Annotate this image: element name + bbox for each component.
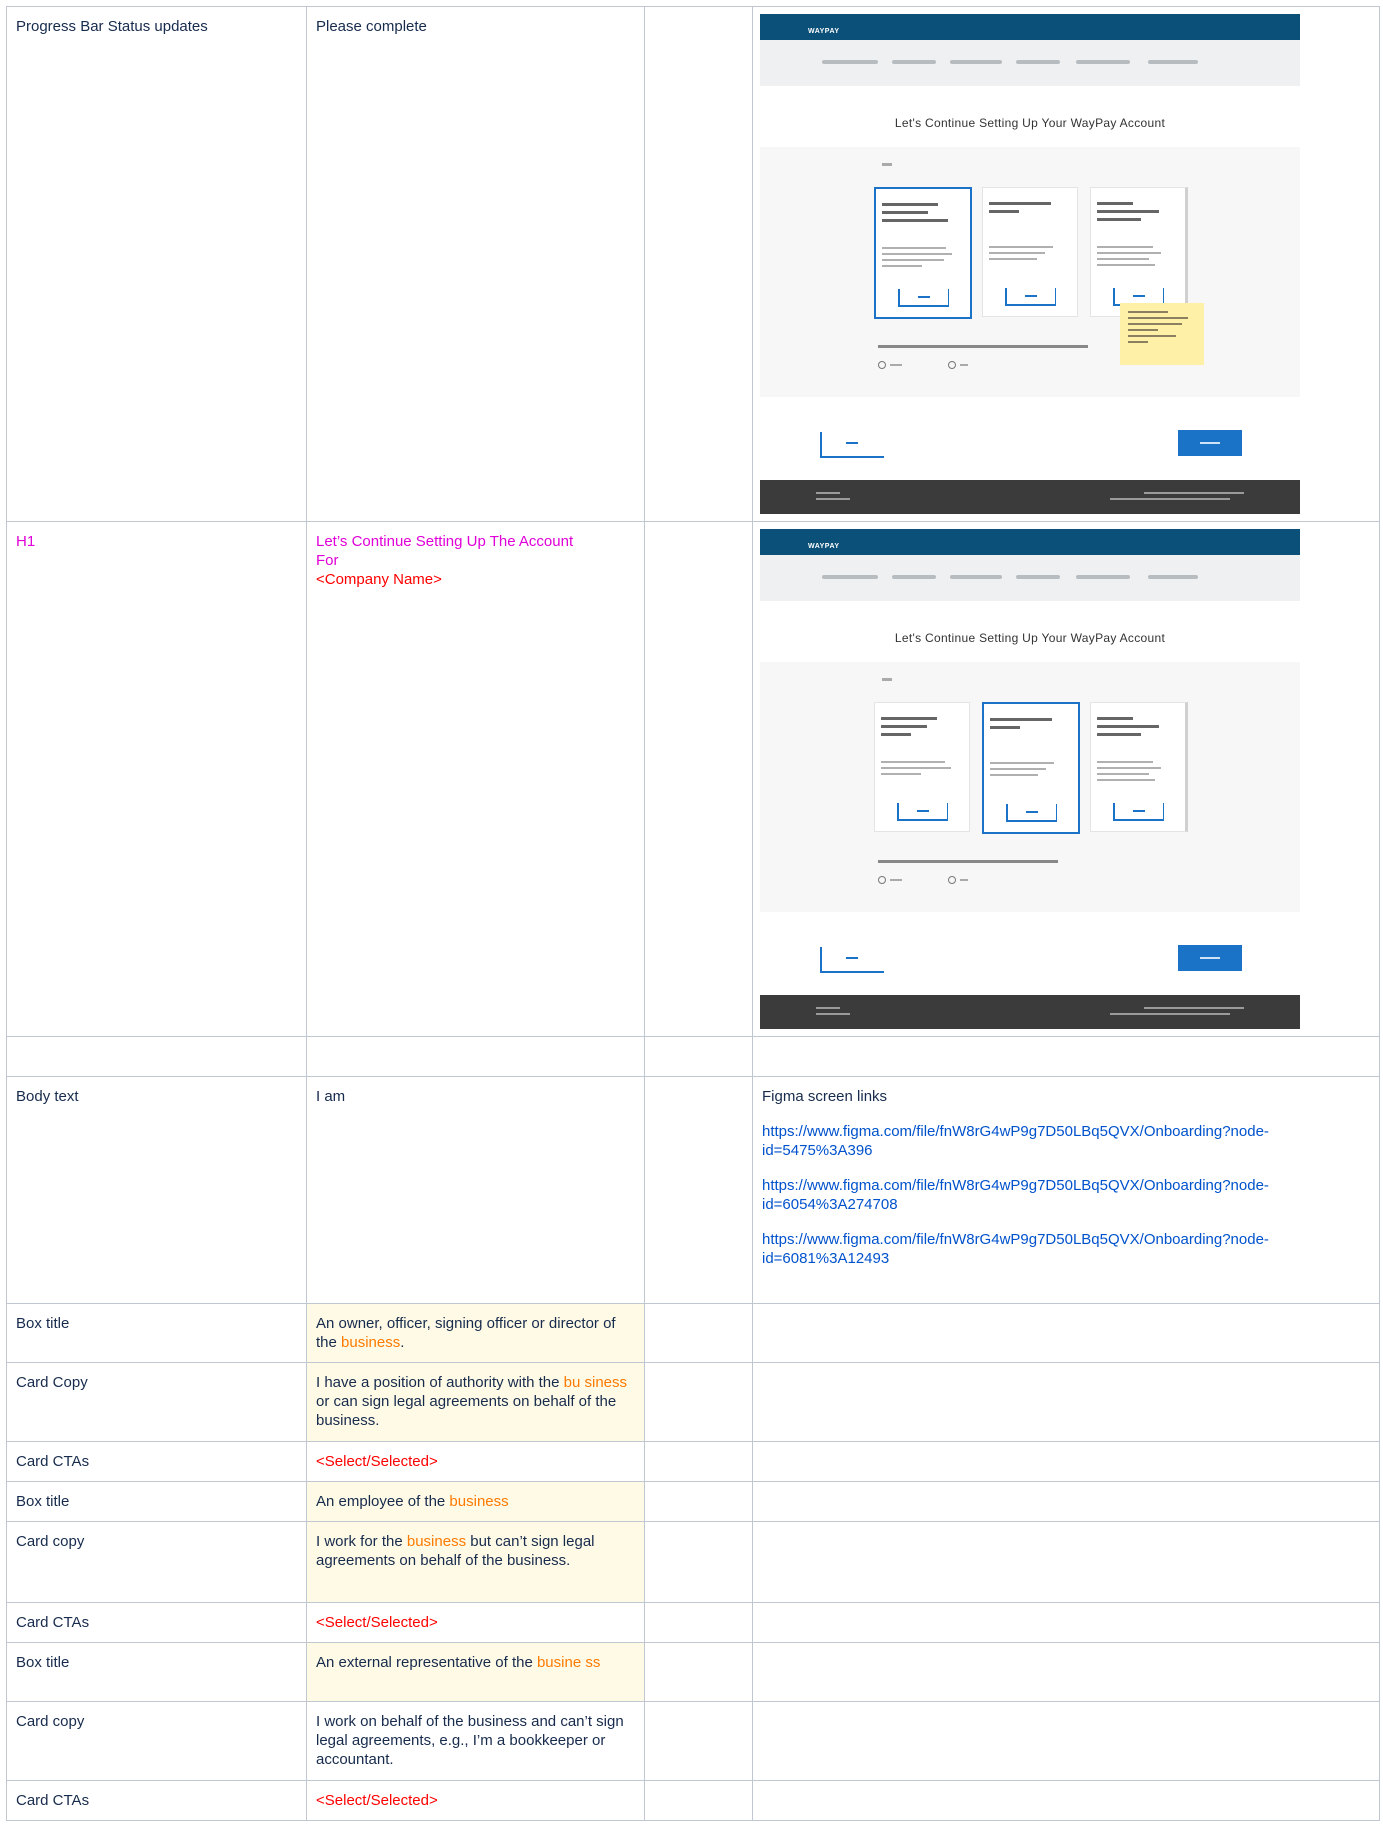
label-cell: Card CTAs: [6, 1780, 307, 1821]
figma-link[interactable]: https://www.figma.com/file/fnW8rG4wP9g7D…: [762, 1230, 1370, 1268]
label-cell: Progress Bar Status updates: [6, 6, 307, 522]
mockup-back-button: [820, 947, 884, 973]
value-cell: An external representative of the busine…: [306, 1642, 645, 1702]
progress-step: [1016, 575, 1060, 579]
mockup-card-employee: [982, 702, 1080, 834]
label-cell: Card copy: [6, 1521, 307, 1603]
label-cell: Box title: [6, 1303, 307, 1363]
label-cell: Box title: [6, 1642, 307, 1702]
mockup-card-owner: [874, 187, 972, 319]
label-cell: Card copy: [6, 1701, 307, 1781]
mockup-iam-label: [882, 163, 892, 166]
mockup-cell: WAYPAY Let's Continue Setting Up Your Wa…: [752, 521, 1380, 1037]
progress-step: [950, 60, 1002, 64]
screen-mockup-progress: WAYPAY Let's Continue Setting Up Your Wa…: [760, 14, 1300, 514]
figma-links-title: Figma screen links: [762, 1088, 888, 1105]
progress-step: [822, 60, 878, 64]
progress-step: [1148, 575, 1198, 579]
mockup-select-button: [898, 289, 949, 307]
mockup-continue-button: [1178, 945, 1242, 971]
mockup-logo: WAYPAY: [808, 543, 840, 550]
mockup-radio: [948, 876, 956, 884]
progress-step: [892, 575, 936, 579]
value-cell: I have a position of authority with the …: [306, 1362, 645, 1442]
mockup-select-button: [1113, 803, 1164, 821]
mockup-card-external: [1090, 702, 1188, 832]
mockup-select-button: [1005, 288, 1056, 306]
value-cell: I work for the business but can’t sign l…: [306, 1521, 645, 1603]
progress-step: [1076, 575, 1130, 579]
mockup-iam-label: [882, 678, 892, 681]
value-cell: An employee of the business: [306, 1481, 645, 1522]
mockup-continue-button: [1178, 430, 1242, 456]
figma-link[interactable]: https://www.figma.com/file/fnW8rG4wP9g7D…: [762, 1176, 1370, 1214]
mockup-sticky-note: [1120, 303, 1204, 365]
screen-mockup-h1: WAYPAY Let's Continue Setting Up Your Wa…: [760, 529, 1300, 1029]
value-cell: I work on behalf of the business and can…: [306, 1701, 645, 1781]
mockup-card-employee: [982, 187, 1078, 317]
mockup-footer: [760, 995, 1300, 1029]
table-row: Card copy I work for the business but ca…: [6, 1521, 1380, 1603]
value-cell: <Select/Selected>: [306, 1441, 645, 1482]
table-row: Box title An owner, officer, signing off…: [6, 1303, 1380, 1363]
table-row: Box title An external representative of …: [6, 1642, 1380, 1702]
table-row: [6, 1036, 1380, 1077]
mockup-progress-bar: [760, 555, 1300, 601]
mockup-heading: Let's Continue Setting Up Your WayPay Ac…: [894, 116, 1166, 130]
table-row: Box title An employee of the business: [6, 1481, 1380, 1522]
mockup-question: [878, 860, 1058, 863]
label-cell: Box title: [6, 1481, 307, 1522]
value-cell: An owner, officer, signing officer or di…: [306, 1303, 645, 1363]
empty-cell: [644, 1076, 753, 1304]
mockup-cell: WAYPAY Let's Continue Setting Up Your Wa…: [752, 6, 1380, 522]
mockup-header: WAYPAY: [760, 529, 1300, 555]
value-cell: I am: [306, 1076, 645, 1304]
mockup-question: [878, 345, 1088, 348]
label-cell: H1: [6, 521, 307, 1037]
value-cell: Let’s Continue Setting Up The Account Fo…: [306, 521, 645, 1037]
mockup-progress-bar: [760, 40, 1300, 86]
label-cell: Card Copy: [6, 1362, 307, 1442]
mockup-header: WAYPAY: [760, 14, 1300, 40]
table-row: Card CTAs <Select/Selected>: [6, 1441, 1380, 1482]
label-cell: Card CTAs: [6, 1602, 307, 1643]
value-cell: Please complete: [306, 6, 645, 522]
mockup-select-button: [897, 803, 948, 821]
table-row: Card Copy I have a position of authority…: [6, 1362, 1380, 1442]
mockup-heading: Let's Continue Setting Up Your WayPay Ac…: [894, 631, 1166, 645]
progress-step: [892, 60, 936, 64]
empty-cell: [644, 521, 753, 1037]
table-row: Card CTAs <Select/Selected>: [6, 1780, 1380, 1821]
mockup-select-button: [1006, 804, 1057, 822]
table-row: Card CTAs <Select/Selected>: [6, 1602, 1380, 1643]
progress-step: [1076, 60, 1130, 64]
progress-step: [822, 575, 878, 579]
progress-step: [1016, 60, 1060, 64]
value-cell: <Select/Selected>: [306, 1602, 645, 1643]
mockup-radio: [878, 876, 886, 884]
label-cell: Body text: [6, 1076, 307, 1304]
mockup-panel: [760, 662, 1300, 912]
empty-cell: [644, 6, 753, 522]
mockup-panel: [760, 147, 1300, 397]
progress-step: [950, 575, 1002, 579]
mockup-card-external: [1090, 187, 1188, 317]
table-row: Body text I am Figma screen links https:…: [6, 1076, 1380, 1304]
value-cell: <Select/Selected>: [306, 1780, 645, 1821]
table-row: Progress Bar Status updates Please compl…: [6, 6, 1380, 522]
progress-step: [1148, 60, 1198, 64]
mockup-card-owner: [874, 702, 970, 832]
mockup-logo: WAYPAY: [808, 28, 840, 35]
figma-links-cell: Figma screen links https://www.figma.com…: [752, 1076, 1380, 1304]
label-cell: Card CTAs: [6, 1441, 307, 1482]
mockup-radio: [948, 361, 956, 369]
figma-link[interactable]: https://www.figma.com/file/fnW8rG4wP9g7D…: [762, 1122, 1370, 1160]
table-row: H1 Let’s Continue Setting Up The Account…: [6, 521, 1380, 1037]
spec-table: Progress Bar Status updates Please compl…: [6, 6, 1380, 1821]
table-row: Card copy I work on behalf of the busine…: [6, 1701, 1380, 1781]
mockup-radio: [878, 361, 886, 369]
mockup-footer: [760, 480, 1300, 514]
mockup-back-button: [820, 432, 884, 458]
